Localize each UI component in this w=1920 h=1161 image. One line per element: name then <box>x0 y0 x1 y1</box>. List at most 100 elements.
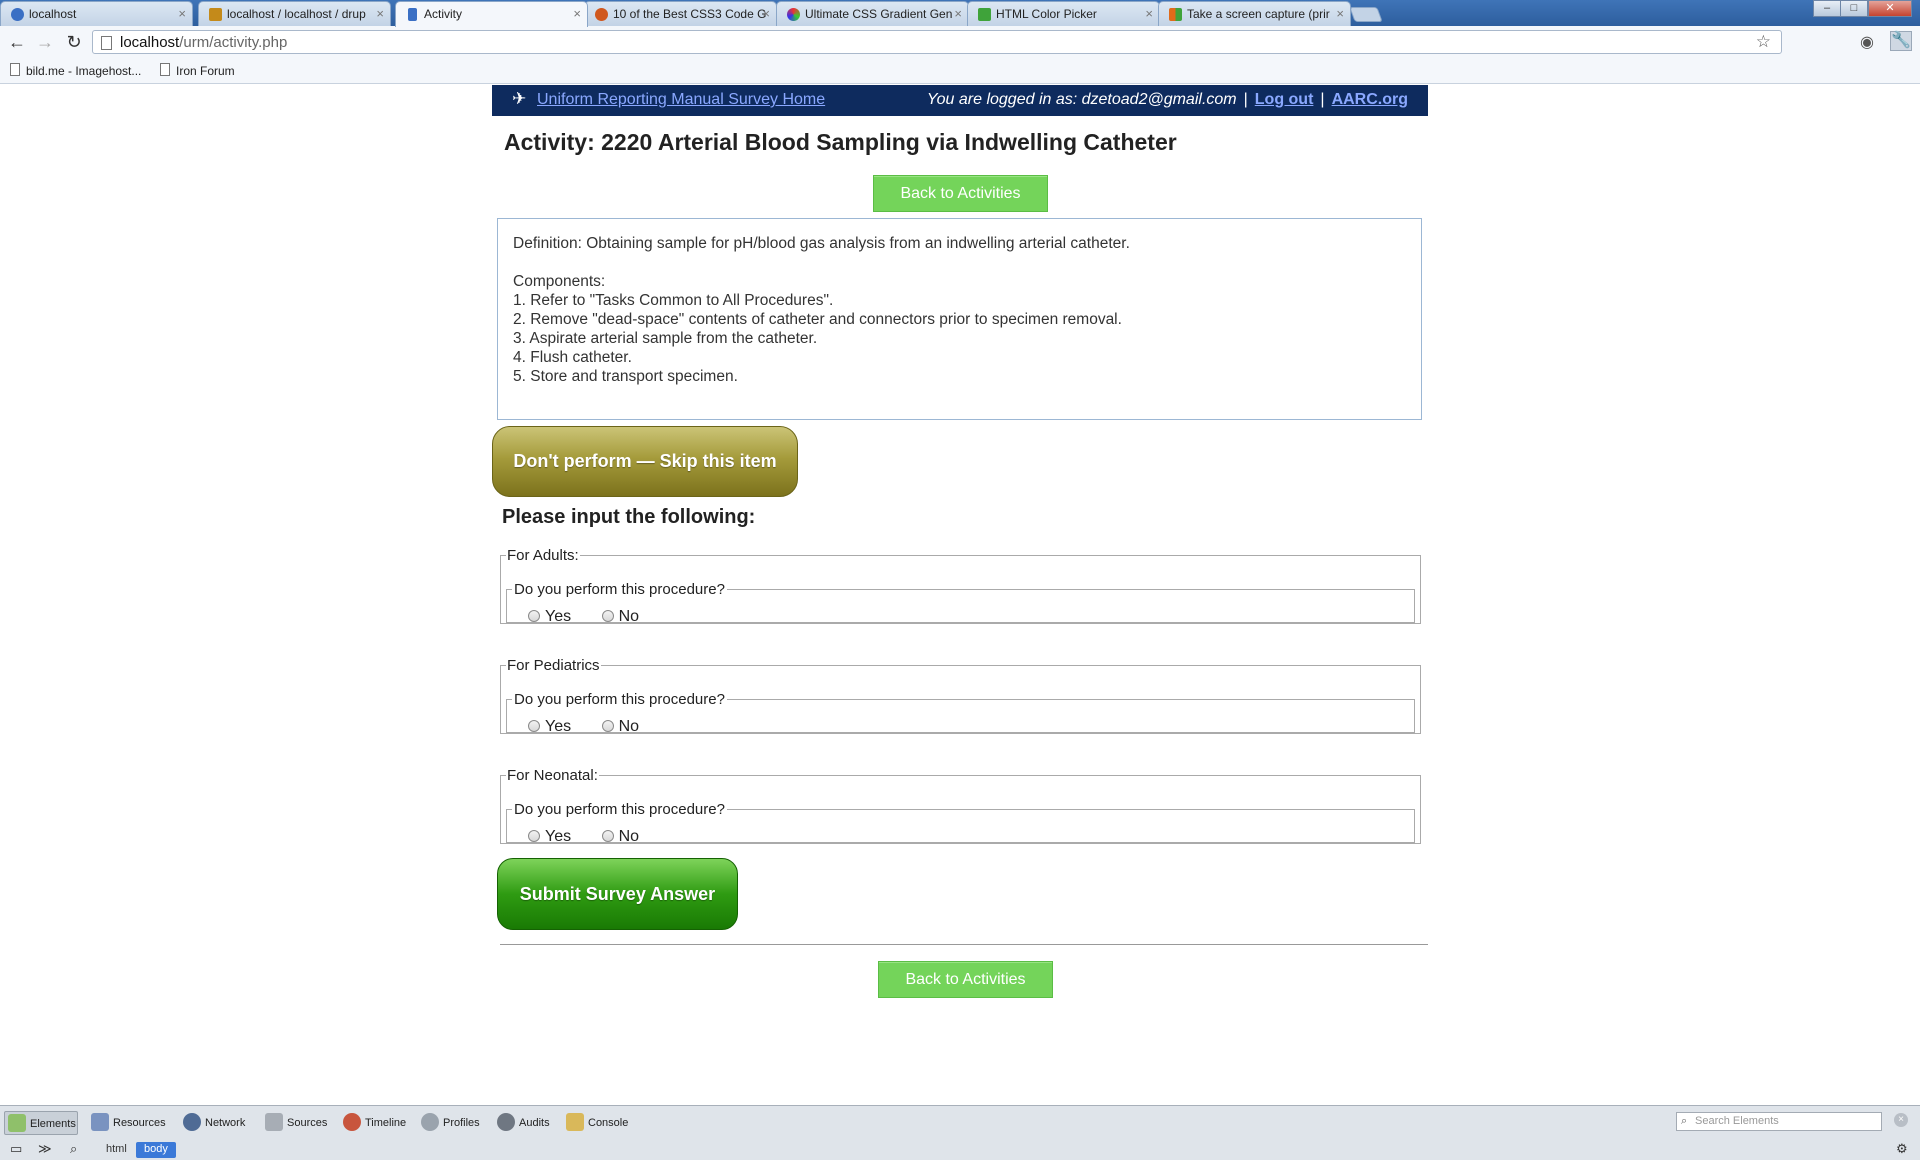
browser-tab[interactable]: localhost / localhost / drup × <box>198 1 391 26</box>
radio-label: Yes <box>545 718 572 735</box>
gradient-icon <box>787 8 800 21</box>
radio-button[interactable] <box>528 720 540 732</box>
eye-icon[interactable]: ◉ <box>1860 32 1874 52</box>
devtools-tab-audits[interactable]: Audits <box>494 1111 550 1135</box>
tab-title: localhost <box>29 7 77 21</box>
address-bar[interactable]: localhost/urm/activity.php ☆ <box>92 30 1782 54</box>
site-icon <box>595 8 608 21</box>
devtools-tab-console[interactable]: Console <box>563 1111 628 1135</box>
component-item: 5. Store and transport specimen. <box>513 368 738 385</box>
radio-button[interactable] <box>528 830 540 842</box>
profiles-icon <box>421 1113 439 1131</box>
browser-tab[interactable]: localhost × <box>0 1 193 26</box>
no-radio[interactable]: No <box>601 828 639 846</box>
close-icon[interactable]: × <box>954 6 962 21</box>
back-to-activities-button[interactable]: Back to Activities <box>878 961 1053 998</box>
bookmark-label: bild.me - Imagehost... <box>26 64 142 78</box>
search-elements-input[interactable]: ⌕ Search Elements <box>1676 1112 1882 1131</box>
browser-tab[interactable]: 10 of the Best CSS3 Code G × <box>584 1 777 26</box>
tab-label: Profiles <box>443 1117 480 1129</box>
close-icon[interactable]: × <box>1894 1113 1908 1127</box>
radio-button[interactable] <box>601 720 614 732</box>
browser-tab[interactable]: HTML Color Picker × <box>967 1 1160 26</box>
close-icon[interactable]: × <box>1336 6 1344 21</box>
close-icon[interactable]: × <box>1145 6 1153 21</box>
radio-group: Yes No <box>528 608 665 626</box>
submit-survey-button[interactable]: Submit Survey Answer <box>497 858 738 930</box>
devtools-tab-resources[interactable]: Resources <box>88 1111 166 1135</box>
settings-gear-icon[interactable]: ⚙ <box>1896 1141 1908 1157</box>
breadcrumb-body[interactable]: body <box>136 1142 176 1158</box>
group-legend: For Neonatal: <box>507 767 598 784</box>
tab-title: Ultimate CSS Gradient Gen <box>805 7 953 21</box>
audits-icon <box>497 1113 515 1131</box>
reload-icon[interactable]: ↻ <box>63 32 85 53</box>
close-icon[interactable]: × <box>376 6 384 21</box>
radio-button[interactable] <box>528 610 540 622</box>
radio-button[interactable] <box>601 610 614 622</box>
bookmark-item[interactable]: Iron Forum <box>158 63 235 78</box>
tab-label: Elements <box>30 1118 76 1130</box>
wrench-icon[interactable]: 🔧 <box>1890 31 1912 51</box>
inspect-icon[interactable]: ⌕ <box>70 1141 77 1157</box>
radio-button[interactable] <box>601 830 614 842</box>
component-item: 4. Flush catheter. <box>513 349 632 366</box>
phpmyadmin-icon <box>209 8 222 21</box>
close-icon[interactable]: × <box>178 6 186 21</box>
radio-label: No <box>618 718 640 735</box>
devtools-tab-elements[interactable]: Elements <box>4 1111 78 1135</box>
browser-tab[interactable]: Ultimate CSS Gradient Gen × <box>776 1 969 26</box>
sources-icon <box>265 1113 283 1131</box>
console-drawer-icon[interactable]: ≫ <box>38 1141 52 1157</box>
separator: | <box>1320 91 1325 108</box>
back-arrow-icon[interactable]: ← <box>6 32 28 53</box>
breadcrumb-html[interactable]: html <box>98 1142 135 1158</box>
close-icon[interactable]: × <box>762 6 770 21</box>
tab-label: Sources <box>287 1117 328 1129</box>
tab-title: Activity <box>424 7 463 21</box>
browser-tab[interactable]: Take a screen capture (prir × <box>1158 1 1351 26</box>
survey-home-link[interactable]: Uniform Reporting Manual Survey Home <box>537 91 825 109</box>
tab-title: HTML Color Picker <box>996 7 1097 21</box>
url-path: /urm/activity.php <box>179 34 288 51</box>
bookmark-star-icon[interactable]: ☆ <box>1756 32 1771 52</box>
page-icon <box>408 8 417 21</box>
window-close-button[interactable]: ✕ <box>1868 0 1912 17</box>
skip-item-button[interactable]: Don't perform — Skip this item <box>492 426 798 497</box>
yes-radio[interactable]: Yes <box>528 718 571 736</box>
devtools-tab-network[interactable]: Network <box>180 1111 245 1135</box>
radio-group: Yes No <box>528 718 665 736</box>
bookmark-item[interactable]: bild.me - Imagehost... <box>8 63 142 78</box>
group-legend: For Adults: <box>507 547 579 564</box>
minimize-button[interactable]: – <box>1813 0 1841 17</box>
tab-label: Console <box>588 1117 629 1129</box>
no-radio[interactable]: No <box>601 718 640 736</box>
yes-radio[interactable]: Yes <box>528 828 571 846</box>
search-placeholder: Search Elements <box>1695 1115 1779 1127</box>
tab-label: Resources <box>113 1117 166 1129</box>
new-tab-button[interactable] <box>1349 7 1383 22</box>
dock-icon[interactable]: ▭ <box>10 1141 22 1157</box>
no-radio[interactable]: No <box>601 608 639 626</box>
devtools-tab-profiles[interactable]: Profiles <box>418 1111 480 1135</box>
devtools-tab-sources[interactable]: Sources <box>262 1111 327 1135</box>
close-icon[interactable]: × <box>573 6 581 21</box>
tab-title: 10 of the Best CSS3 Code G <box>613 7 767 21</box>
maximize-button[interactable]: □ <box>1840 0 1868 17</box>
bookmark-label: Iron Forum <box>176 64 235 78</box>
tab-label: Timeline <box>365 1117 407 1129</box>
component-item: 3. Aspirate arterial sample from the cat… <box>513 330 818 347</box>
question-legend: Do you perform this procedure? <box>514 801 725 818</box>
aarc-link[interactable]: AARC.org <box>1332 91 1408 108</box>
logout-link[interactable]: Log out <box>1255 91 1314 108</box>
back-to-activities-button[interactable]: Back to Activities <box>873 175 1048 212</box>
console-icon <box>566 1113 584 1131</box>
browser-tab-active[interactable]: Activity × <box>395 1 588 27</box>
devtools-tab-timeline[interactable]: Timeline <box>340 1111 406 1135</box>
forward-arrow-icon[interactable]: → <box>34 32 56 53</box>
ie-icon <box>11 8 24 21</box>
windows-icon <box>1169 8 1182 21</box>
yes-radio[interactable]: Yes <box>528 608 571 626</box>
pediatrics-fieldset: For Pediatrics Do you perform this proce… <box>500 657 1421 736</box>
radio-group: Yes No <box>528 828 665 846</box>
